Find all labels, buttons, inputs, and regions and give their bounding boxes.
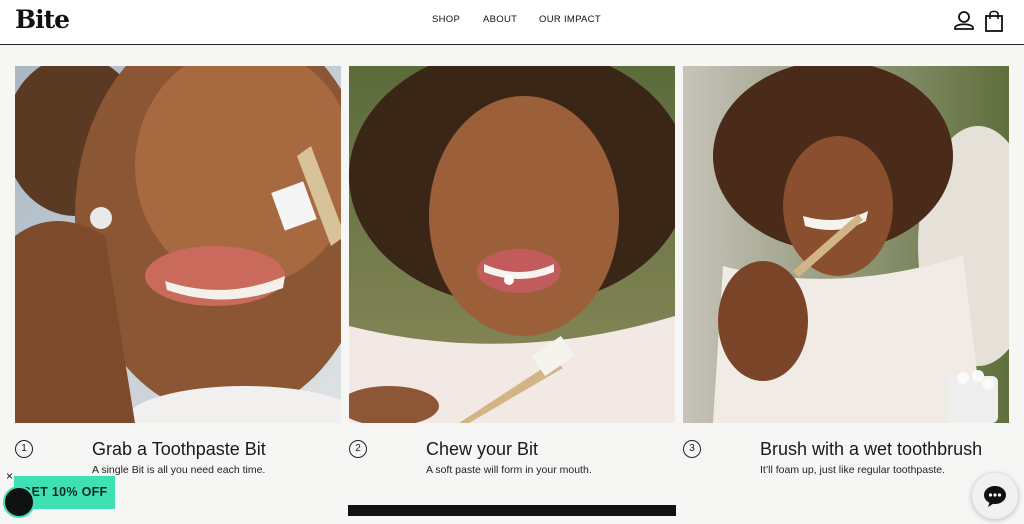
step-number-3: 3 bbox=[683, 440, 701, 458]
shopping-bag-icon[interactable] bbox=[983, 9, 1005, 33]
step-title-2: Chew your Bit bbox=[426, 439, 539, 459]
nav-shop[interactable]: SHOP bbox=[432, 14, 460, 25]
close-icon[interactable]: × bbox=[6, 469, 13, 483]
step-desc-1: A single Bit is all you need each time. bbox=[92, 464, 266, 476]
chat-bubble-icon bbox=[984, 486, 1006, 507]
step-photo-2 bbox=[349, 66, 675, 423]
step-title-1: Grab a Toothpaste Bit bbox=[92, 439, 266, 459]
step-desc-3: It’ll foam up, just like regular toothpa… bbox=[760, 464, 946, 476]
promo-badge-icon bbox=[3, 486, 35, 518]
step-number-1: 1 bbox=[15, 440, 33, 458]
nav-our-impact[interactable]: OUR IMPACT bbox=[539, 14, 601, 25]
step-desc-2: A soft paste will form in your mouth. bbox=[426, 464, 592, 476]
user-icon[interactable] bbox=[953, 9, 975, 33]
step-title-3: Brush with a wet toothbrush bbox=[760, 439, 983, 459]
nav-about[interactable]: ABOUT bbox=[483, 14, 517, 25]
site-header: Bite SHOP ABOUT OUR IMPACT bbox=[0, 0, 1024, 45]
brand-logo[interactable]: Bite bbox=[15, 5, 70, 34]
step-number-2: 2 bbox=[349, 440, 367, 458]
step-photo-1 bbox=[15, 66, 341, 423]
cta-bar[interactable] bbox=[348, 505, 676, 516]
chat-button[interactable] bbox=[972, 473, 1018, 519]
step-photo-3 bbox=[683, 66, 1009, 423]
